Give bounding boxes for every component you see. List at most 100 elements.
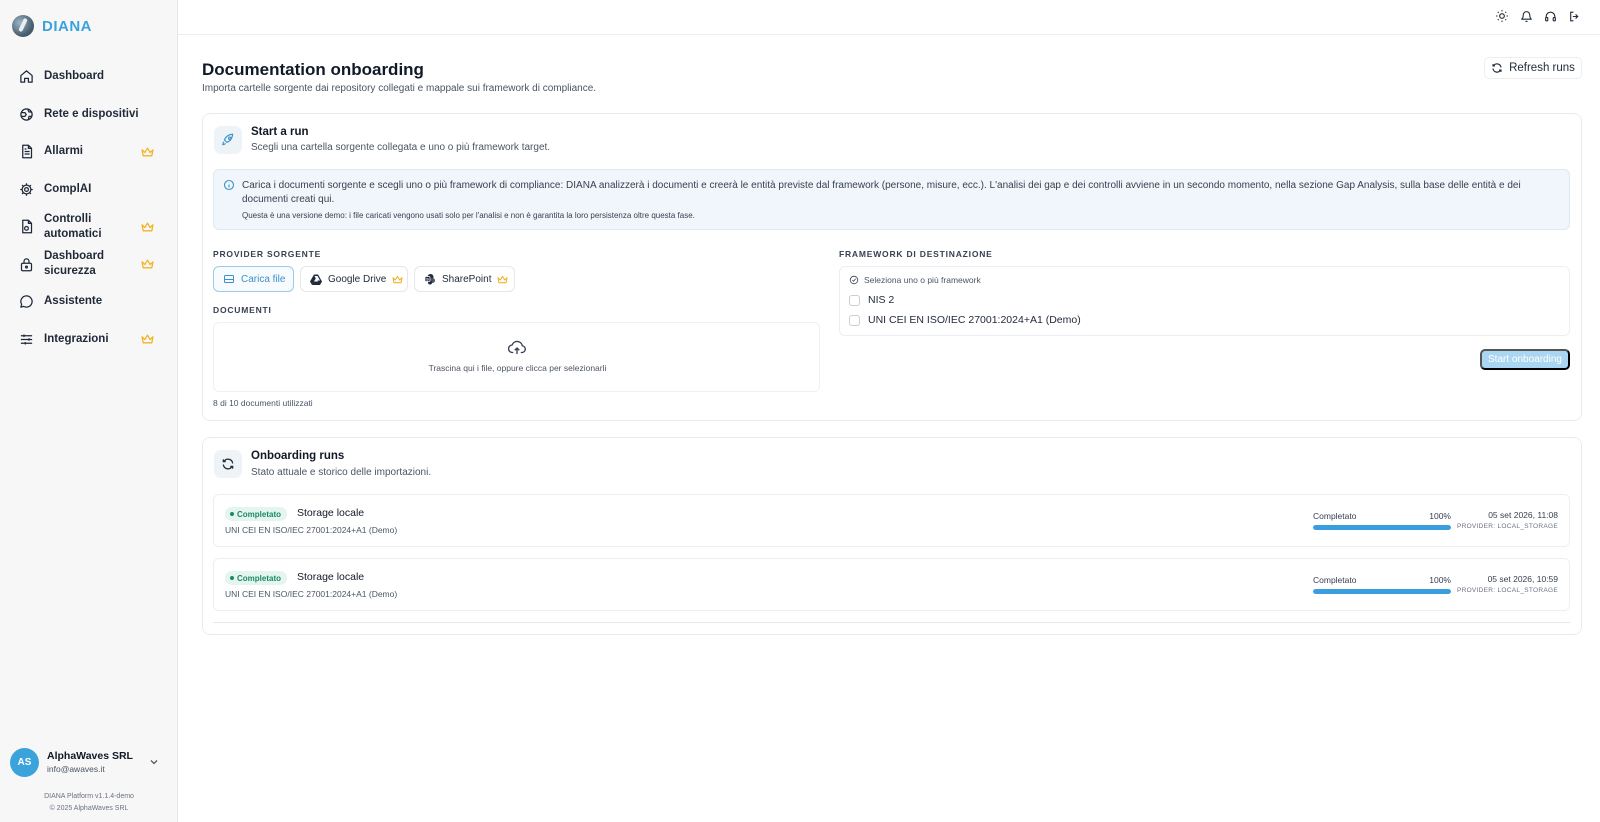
brand-name: DIANA: [42, 17, 92, 35]
lock-icon: [18, 256, 34, 272]
provider-label: Carica file: [241, 273, 286, 285]
home-icon: [18, 69, 34, 85]
sidebar-item-label: Integrazioni: [44, 332, 109, 345]
framework-section-label: FRAMEWORK DI DESTINAZIONE: [839, 249, 993, 259]
copyright-text: © 2025 AlphaWaves SRL: [49, 805, 129, 812]
page-subtitle: Importa cartelle sorgente dai repository…: [202, 83, 597, 94]
start-run-subtitle: Scegli una cartella sorgente collegata e…: [251, 142, 551, 153]
network-icon: [18, 106, 34, 122]
info-note: Questa è una versione demo: i file caric…: [242, 211, 695, 220]
status-label: Completato: [237, 573, 281, 583]
run-title: Storage locale: [297, 571, 365, 583]
provider-upload-button[interactable]: Carica file: [213, 266, 294, 292]
framework-option-label: NIS 2: [868, 294, 895, 306]
sidebar-item-alarms[interactable]: Allarmi: [0, 133, 178, 171]
refresh-icon: [1492, 63, 1502, 73]
svg-text:S: S: [426, 277, 429, 282]
info-icon: [223, 179, 235, 191]
run-title: Storage locale: [297, 507, 365, 519]
progress-label: Completato: [1313, 511, 1357, 521]
progress-fill: [1313, 525, 1451, 530]
progress-fill: [1313, 589, 1451, 594]
topbar-actions: [1494, 8, 1582, 24]
framework-checkbox[interactable]: [849, 294, 860, 306]
status-badge: Completato: [225, 571, 287, 585]
dropzone-text: Trascina qui i file, oppure clicca per s…: [428, 363, 607, 373]
documents-section-label: DOCUMENTI: [213, 305, 272, 315]
crown-icon: [141, 259, 154, 269]
gear-icon: [18, 181, 34, 197]
crown-icon: [392, 275, 403, 283]
sidebar-item-dashboard[interactable]: Dashboard: [0, 58, 178, 96]
sidebar-item-complai[interactable]: ComplAI: [0, 171, 178, 209]
framework-option-nis2[interactable]: NIS 2: [849, 294, 894, 306]
file-dropzone[interactable]: Trascina qui i file, oppure clicca per s…: [213, 322, 820, 392]
sync-icon: [214, 450, 242, 478]
brand[interactable]: DIANA: [12, 15, 92, 37]
document-icon: [18, 144, 34, 160]
google-drive-icon: [310, 274, 322, 285]
progress-percent: 100%: [1429, 511, 1451, 521]
provider-sharepoint-button[interactable]: S SharePoint: [414, 266, 515, 292]
rocket-icon: [214, 126, 242, 154]
chevron-down-icon[interactable]: [148, 756, 160, 768]
file-check-icon: [18, 219, 34, 235]
run-framework: UNI CEI EN ISO/IEC 27001:2024+A1 (Demo): [225, 525, 398, 535]
crown-icon: [141, 222, 154, 232]
sidebar-item-label: Assistente: [44, 295, 103, 308]
document-count: 8 di 10 documenti utilizzati: [213, 398, 313, 408]
check-circle-icon: [849, 275, 859, 285]
run-provider: PROVIDER: LOCAL_STORAGE: [1456, 523, 1558, 530]
framework-hint-text: Seleziona uno o più framework: [864, 275, 981, 285]
framework-selector: Seleziona uno o più framework NIS 2 UNI …: [839, 266, 1570, 336]
page-title: Documentation onboarding: [202, 60, 424, 79]
crown-icon: [141, 147, 154, 157]
start-onboarding-button[interactable]: Start onboarding: [1480, 349, 1570, 370]
run-framework: UNI CEI EN ISO/IEC 27001:2024+A1 (Demo): [225, 589, 398, 599]
sidebar-item-integrations[interactable]: Integrazioni: [0, 321, 178, 359]
version-text: DIANA Platform v1.1.4-demo: [44, 793, 134, 800]
progress-bar: [1313, 589, 1451, 594]
sidebar-item-network[interactable]: Rete e dispositivi: [0, 96, 178, 134]
framework-hint: Seleziona uno o più framework: [849, 275, 981, 285]
run-row[interactable]: Completato Storage locale UNI CEI EN ISO…: [213, 494, 1570, 547]
progress-bar: [1313, 525, 1451, 530]
logout-icon[interactable]: [1566, 8, 1582, 24]
headset-icon[interactable]: [1542, 8, 1558, 24]
run-provider: PROVIDER: LOCAL_STORAGE: [1456, 587, 1558, 594]
hard-drive-icon: [224, 275, 234, 283]
refresh-runs-button[interactable]: Refresh runs: [1484, 57, 1582, 79]
provider-google-drive-button[interactable]: Google Drive: [300, 266, 408, 292]
sun-icon[interactable]: [1494, 8, 1510, 24]
avatar: AS: [10, 747, 39, 777]
user-info: AlphaWaves SRL info@awaves.it: [47, 750, 133, 774]
framework-checkbox[interactable]: [849, 314, 860, 326]
provider-label: SharePoint: [442, 273, 492, 285]
progress-percent: 100%: [1429, 575, 1451, 585]
start-run-title: Start a run: [251, 126, 309, 138]
run-row[interactable]: Completato Storage locale UNI CEI EN ISO…: [213, 558, 1570, 611]
sidebar-item-assistant[interactable]: Assistente: [0, 283, 178, 321]
user-menu[interactable]: AS AlphaWaves SRL info@awaves.it: [10, 747, 170, 777]
bell-icon[interactable]: [1518, 8, 1534, 24]
status-label: Completato: [237, 509, 281, 519]
sidebar-item-automatic-controls[interactable]: Controlli automatici: [0, 208, 178, 246]
sidebar-item-security-dashboard[interactable]: Dashboard sicurezza: [0, 246, 178, 284]
framework-option-iso27001[interactable]: UNI CEI EN ISO/IEC 27001:2024+A1 (Demo): [849, 314, 1081, 326]
cloud-upload-icon: [508, 340, 526, 354]
framework-option-label: UNI CEI EN ISO/IEC 27001:2024+A1 (Demo): [868, 314, 1081, 326]
sharepoint-icon: S: [424, 274, 435, 285]
sidebar-nav: Dashboard Rete e dispositivi Allarmi Com…: [0, 58, 178, 358]
info-box: Carica i documenti sorgente e scegli uno…: [213, 169, 1570, 230]
sidebar-item-label: Allarmi: [44, 145, 83, 158]
sidebar-item-label: Rete e dispositivi: [44, 107, 139, 120]
crown-icon: [141, 334, 154, 344]
user-email: info@awaves.it: [47, 764, 105, 774]
info-text: Carica i documenti sorgente e scegli uno…: [242, 180, 1521, 205]
sliders-icon: [18, 331, 34, 347]
provider-label: Google Drive: [328, 273, 387, 285]
run-date: 05 set 2026, 10:59: [1487, 574, 1558, 584]
user-name: AlphaWaves SRL: [47, 750, 133, 762]
status-dot: [230, 512, 234, 516]
progress-label: Completato: [1313, 575, 1357, 585]
